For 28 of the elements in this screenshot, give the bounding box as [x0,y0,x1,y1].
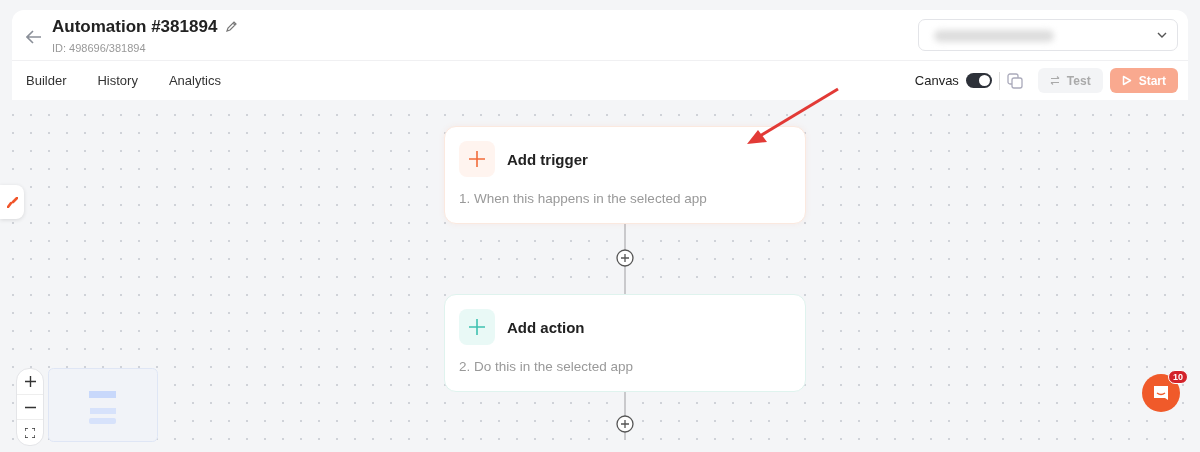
side-panel-tab[interactable] [0,185,24,219]
back-arrow-icon[interactable] [26,30,42,44]
step-title: Add action [507,318,585,336]
automation-id: ID: 498696/381894 [52,41,147,54]
step-description: 1. When this happens in the selected app [459,191,708,206]
chat-bubble-icon [1152,384,1170,402]
tab[interactable]: History [97,73,138,88]
add-step-icon[interactable] [616,415,634,433]
canvas-toggle[interactable] [965,73,992,88]
step-title: Add trigger [507,150,588,168]
swap-arrows-icon [1049,76,1060,85]
pencil-icon[interactable] [225,20,239,33]
step-card[interactable]: Add action 2. Do this in the selected app [444,294,806,392]
plus-icon [24,375,36,387]
logo-icon [6,196,18,208]
canvas-label: Canvas [914,73,959,88]
plus-icon [459,141,495,177]
play-icon [1121,75,1132,86]
step-description: 2. Do this in the selected app [459,359,635,374]
add-step-icon[interactable] [616,249,634,267]
notification-badge: 10 [1168,370,1188,384]
plus-icon [459,309,495,345]
tab[interactable]: Analytics [168,73,221,88]
fit-view-icon [25,427,35,438]
tab[interactable]: Builder [26,73,67,88]
chevron-down-icon [1157,32,1167,38]
automation-title: Automation #381894 [52,16,218,37]
step-card[interactable]: Add trigger 1. When this happens in the selected app [444,126,806,224]
